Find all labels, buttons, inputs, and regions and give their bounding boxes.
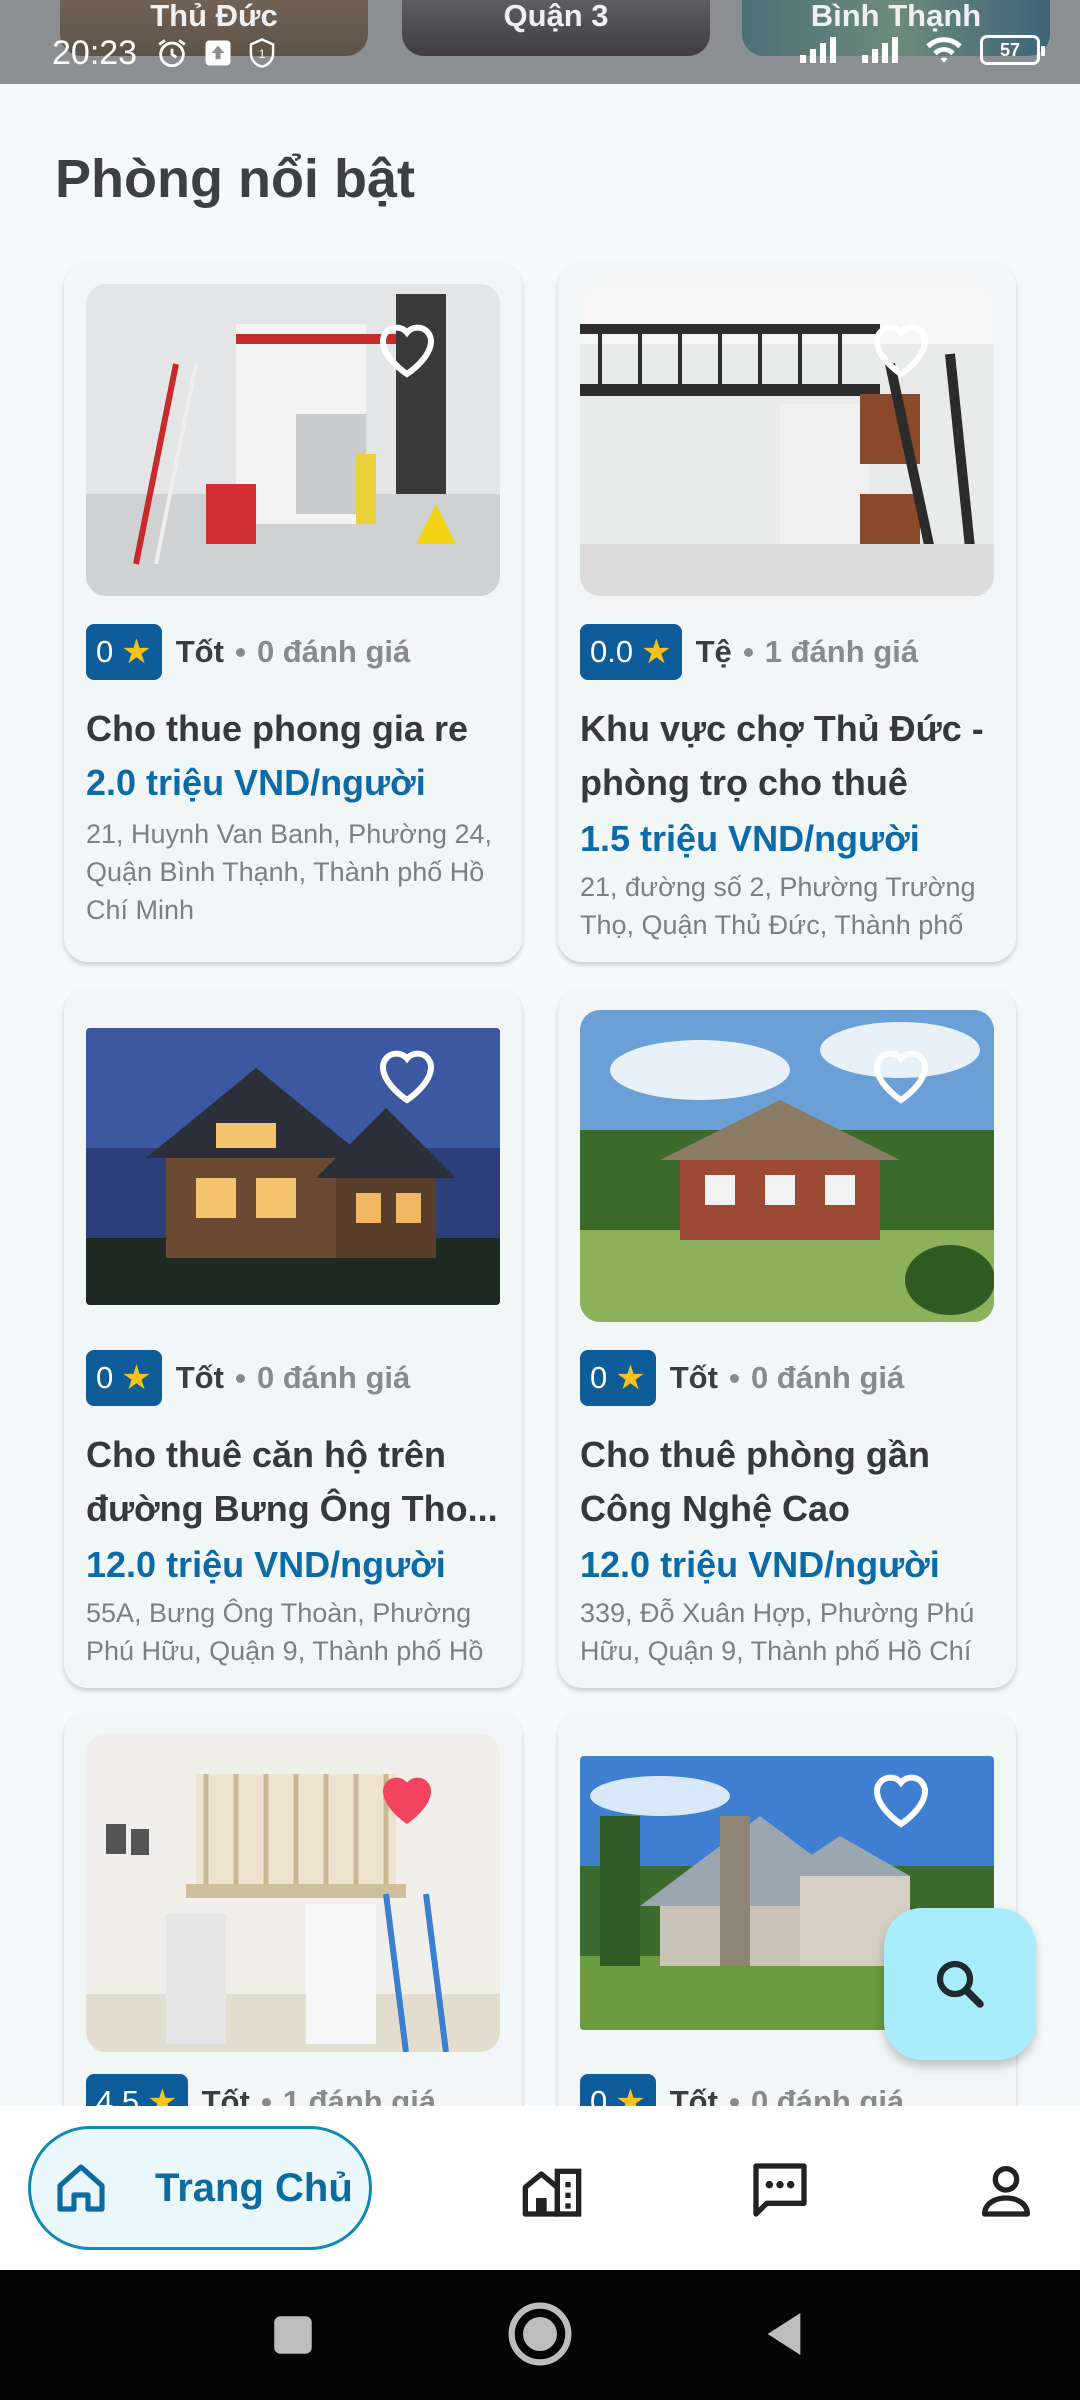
review-count: 0 đánh giá (750, 1360, 905, 1395)
dot-separator (235, 647, 245, 657)
battery-icon: 57 (980, 35, 1045, 65)
rating-row: 0.0 ★ Tệ 1 đánh giá (580, 624, 918, 680)
room-card[interactable]: 0 ★ Tốt 0 đánh giá Cho thuê phòng gần Côn… (558, 988, 1016, 1688)
heart-outline-icon[interactable] (370, 1040, 444, 1106)
star-icon: ★ (121, 633, 152, 671)
rating-value: 0 (96, 1360, 114, 1395)
status-time: 20:23 (52, 34, 138, 72)
heart-filled-icon[interactable] (370, 1764, 444, 1830)
star-icon: ★ (121, 1359, 152, 1397)
chat-icon[interactable] (748, 2158, 812, 2222)
dot-separator (235, 1373, 245, 1383)
rating-word: Tệ (695, 634, 732, 669)
room-card[interactable]: 0 ★ Tốt 0 đánh giá Cho thuê căn hộ trên đ… (64, 988, 522, 1688)
rating-value: 0.0 (590, 634, 634, 669)
status-bar: 20:23 1 57 (0, 0, 1080, 84)
heart-outline-icon[interactable] (370, 314, 444, 380)
rating-row: 0 ★ Tốt 0 đánh giá (86, 624, 410, 680)
room-title: Cho thuê phòng gần Công Nghệ Cao (580, 1434, 930, 1529)
signal-icon-2 (862, 37, 898, 63)
rating-value: 0 (590, 1360, 608, 1395)
search-fab[interactable] (884, 1908, 1036, 2060)
back-button-icon[interactable] (756, 2306, 812, 2362)
rating-value: 0 (96, 634, 114, 669)
wifi-icon (926, 37, 962, 63)
review-count: 0 đánh giá (256, 1360, 411, 1395)
dot-separator (729, 1373, 739, 1383)
room-address: 21, đường số 2, Phường Trường Thọ, Quận … (580, 872, 976, 940)
room-address: 21, Huynh Van Banh, Phường 24, Quận Bình… (86, 819, 493, 925)
star-icon: ★ (615, 1359, 646, 1397)
upload-icon (205, 40, 231, 66)
review-count: 1 đánh giá (764, 634, 919, 669)
search-icon (936, 1960, 984, 2008)
star-icon: ★ (641, 633, 672, 671)
room-price: 12.0 triệu VND/người (580, 1544, 940, 1585)
area-carousel: Thủ Đức Quận 3 Bình Thạnh 20:23 1 57 (0, 0, 1080, 84)
svg-text:1: 1 (259, 47, 266, 61)
apartment-icon[interactable] (520, 2158, 584, 2222)
home-button-icon[interactable] (506, 2300, 574, 2368)
person-icon[interactable] (974, 2158, 1038, 2222)
rating-badge: 0 ★ (86, 624, 162, 680)
room-title: Cho thuê căn hộ trên đường Bưng Ông Tho.… (86, 1434, 498, 1529)
rating-word: Tốt (175, 1360, 224, 1395)
room-address: 55A, Bưng Ông Thoàn, Phường Phú Hữu, Quậ… (86, 1598, 484, 1666)
heart-outline-icon[interactable] (864, 1764, 938, 1830)
room-title: Khu vực chợ Thủ Đức - phòng trọ cho thuê (580, 708, 984, 803)
app-screen: Thủ Đức Quận 3 Bình Thạnh 20:23 1 57 Phò… (0, 0, 1080, 2400)
bottom-navigation: Trang Chủ (0, 2106, 1080, 2270)
rating-badge: 0 ★ (86, 1350, 162, 1406)
room-address: 339, Đỗ Xuân Hợp, Phường Phú Hữu, Quận 9… (580, 1598, 975, 1666)
nav-home-label: Trang Chủ (155, 2165, 353, 2210)
home-icon (57, 2164, 105, 2212)
room-card[interactable]: 0 ★ Tốt 0 đánh giá Cho thue phong gia re … (64, 262, 522, 962)
heart-outline-icon[interactable] (864, 314, 938, 380)
review-count: 0 đánh giá (256, 634, 411, 669)
room-price: 12.0 triệu VND/người (86, 1544, 446, 1585)
room-card[interactable]: 0.0 ★ Tệ 1 đánh giá Khu vực chợ Thủ Đức -… (558, 262, 1016, 962)
system-navigation-bar (0, 2270, 1080, 2400)
status-left-icons: 1 (155, 36, 277, 70)
heart-outline-icon[interactable] (864, 1040, 938, 1106)
status-right-icons: 57 (798, 34, 1045, 66)
recents-button-icon[interactable] (268, 2310, 318, 2360)
room-price: 1.5 triệu VND/người (580, 818, 920, 859)
rating-badge: 0 ★ (580, 1350, 656, 1406)
section-title: Phòng nổi bật (55, 149, 415, 209)
alarm-icon (158, 39, 186, 68)
signal-icon (800, 37, 836, 63)
rating-word: Tốt (175, 634, 224, 669)
shield-icon: 1 (249, 38, 275, 68)
nav-item-home[interactable]: Trang Chủ (28, 2126, 372, 2250)
dot-separator (743, 647, 753, 657)
rating-row: 0 ★ Tốt 0 đánh giá (86, 1350, 410, 1406)
rating-badge: 0.0 ★ (580, 624, 682, 680)
room-price: 2.0 triệu VND/người (86, 762, 426, 803)
rating-row: 0 ★ Tốt 0 đánh giá (580, 1350, 904, 1406)
rating-word: Tốt (669, 1360, 718, 1395)
room-title: Cho thue phong gia re (86, 708, 468, 749)
